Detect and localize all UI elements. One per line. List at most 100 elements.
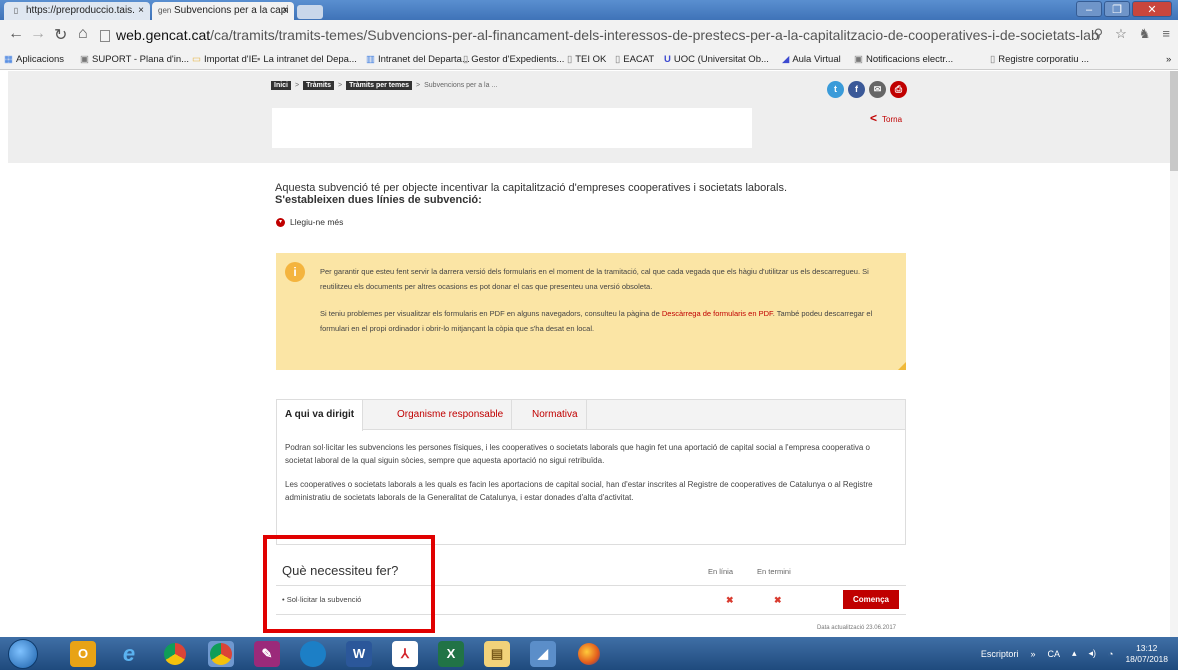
pdf-download-link[interactable]: Descàrrega de formularis en PDF [662, 309, 773, 318]
notice-corner [898, 362, 906, 370]
bookmark-notificacions[interactable]: ▣ Notificacions electr... [854, 50, 953, 69]
breadcrumb-tramits[interactable]: Tràmits [303, 81, 335, 90]
breadcrumb-separator: > [416, 82, 421, 89]
aula-icon: ◢ [782, 54, 790, 65]
internet-explorer-icon[interactable]: e [116, 641, 142, 667]
desktop-toolbar-label[interactable]: Escriptori [981, 649, 1019, 659]
back-link[interactable]: < Torna [870, 111, 902, 125]
close-tab-icon[interactable]: × [282, 2, 288, 20]
breadcrumb-separator: > [295, 82, 300, 89]
word-icon[interactable]: W [346, 641, 372, 667]
intranet-icon: ▥ [366, 54, 375, 65]
notes-icon[interactable]: ◢ [530, 641, 556, 667]
last-updated: Data actualització 23.06.2017 [816, 625, 896, 631]
close-window-button[interactable]: ✕ [1132, 1, 1172, 17]
tab-content: Podran sol·licitar les subvencions les p… [285, 442, 897, 504]
bookmark-apps[interactable]: ▦ Aplicacions [4, 50, 64, 69]
scrollbar-thumb[interactable] [1170, 71, 1178, 171]
zoom-icon[interactable]: ⚲ [1094, 26, 1104, 42]
back-arrow-icon[interactable]: ← [8, 25, 24, 43]
bookmark-aula[interactable]: ◢ Aula Virtual [782, 50, 841, 69]
skype-icon[interactable] [300, 641, 326, 667]
acrobat-icon[interactable]: ⅄ [392, 641, 418, 667]
page-icon: ▯ [615, 54, 621, 65]
address-toolbar: ← → ↻ ⌂ web.gencat.cat/ca/tramits/tramit… [0, 20, 1178, 50]
chrome-active-icon[interactable] [208, 641, 234, 667]
twitter-icon[interactable]: t [827, 81, 844, 98]
breadcrumb-tramits-temes[interactable]: Tràmits per temes [346, 81, 413, 90]
window-controls: – ❐ ✕ [1076, 1, 1172, 17]
toolbar-overflow-icon[interactable]: » [1030, 649, 1035, 659]
volume-icon[interactable]: ◂) [1089, 648, 1097, 659]
gencat-icon: ▣ [80, 54, 89, 65]
web-page: Inici > Tràmits > Tràmits per temes > Su… [0, 71, 1178, 637]
clock[interactable]: 13:12 18/07/2018 [1125, 643, 1168, 665]
facebook-icon[interactable]: f [848, 81, 865, 98]
bookmark-suport[interactable]: ▣ SUPORT - Plana d'in... [80, 50, 189, 69]
page-icon: ▯ [13, 6, 19, 15]
browser-tab-preproduccio[interactable]: ▯ https://preproduccio.tais. × [4, 2, 150, 20]
print-icon[interactable]: ⎙ [890, 81, 907, 98]
intranet-icon: ▪ [257, 54, 261, 65]
tab-bar: A qui va dirigit Organisme responsable N… [277, 400, 905, 431]
browser-tab-subvencions[interactable]: gen Subvencions per a la capi × [152, 2, 294, 20]
bookmark-uoc[interactable]: U UOC (Universitat Ob... [664, 50, 769, 69]
intro-text: Aquesta subvenció té per objecte incenti… [275, 182, 895, 206]
tab-a-qui-va-dirigit[interactable]: A qui va dirigit [277, 400, 364, 431]
paint-icon[interactable]: ✎ [254, 641, 280, 667]
excel-icon[interactable]: X [438, 641, 464, 667]
tray-up-arrow-icon[interactable]: ▴ [1072, 648, 1077, 659]
read-more-link[interactable]: ▾ Llegiu-ne més [276, 217, 343, 227]
browser-tab-label: Subvencions per a la capi [174, 5, 289, 16]
url-host: web.gencat.cat [116, 27, 211, 43]
minimize-button[interactable]: – [1076, 1, 1102, 17]
intro-line-1: Aquesta subvenció té per objecte incenti… [275, 182, 788, 194]
bookmark-intranet-depa[interactable]: ▪ La intranet del Depa... [257, 50, 357, 69]
tab-organisme-responsable[interactable]: Organisme responsable [389, 400, 513, 430]
bookmark-intranet-departa[interactable]: ▥ Intranet del Departa... [366, 50, 470, 69]
start-button[interactable] [8, 639, 38, 669]
tab-normativa[interactable]: Normativa [524, 400, 587, 430]
language-indicator[interactable]: CA [1047, 649, 1060, 659]
network-icon[interactable]: ◔ [1108, 649, 1113, 659]
evernote-icon[interactable]: ♞ [1139, 26, 1151, 42]
intro-line-2: S'estableixen dues línies de subvenció: [275, 194, 482, 206]
page-icon: ▯ [567, 54, 573, 65]
clock-time: 13:12 [1136, 642, 1158, 653]
menu-icon[interactable]: ≡ [1162, 26, 1170, 42]
url-field[interactable]: web.gencat.cat/ca/tramits/tramits-temes/… [100, 24, 1100, 46]
breadcrumb-inici[interactable]: Inici [271, 81, 292, 90]
gencat-icon: ▣ [854, 54, 863, 65]
not-online-icon: ✖ [726, 595, 734, 605]
bookmark-registre[interactable]: ▯ Registre corporatiu ... [990, 50, 1089, 69]
outlook-icon[interactable]: O [70, 641, 96, 667]
email-icon[interactable]: ✉ [869, 81, 886, 98]
system-tray: Escriptori » CA ▴ ◂) ◔ 13:12 18/07/2018 [981, 637, 1178, 670]
bookmark-importat[interactable]: ▭ Importat d'IE [192, 50, 258, 69]
home-icon[interactable]: ⌂ [78, 25, 88, 43]
new-tab-button[interactable] [297, 5, 323, 19]
breadcrumb-separator: > [338, 82, 343, 89]
browser-tab-label: https://preproduccio.tais. [26, 5, 135, 16]
maximize-button[interactable]: ❐ [1104, 1, 1130, 17]
start-button[interactable]: Comença [843, 590, 899, 609]
bookmarks-overflow-icon[interactable]: » [1166, 50, 1171, 69]
header-white-box [272, 108, 752, 148]
star-icon[interactable]: ☆ [1115, 26, 1127, 42]
info-tabs: A qui va dirigit Organisme responsable N… [276, 399, 906, 545]
reload-icon[interactable]: ↻ [54, 25, 67, 45]
page-info-icon[interactable] [100, 30, 110, 42]
highlight-box [263, 535, 435, 633]
firefox-icon[interactable] [576, 641, 602, 667]
bookmark-eacat[interactable]: ▯ EACAT [615, 50, 654, 69]
forms-notice: i Per garantir que esteu fent servir la … [276, 253, 906, 370]
scrollbar[interactable] [1170, 71, 1178, 637]
tab-paragraph-1: Podran sol·licitar les subvencions les p… [285, 443, 870, 465]
chrome-icon[interactable] [162, 641, 188, 667]
file-explorer-icon[interactable]: ▤ [484, 641, 510, 667]
bookmark-tei[interactable]: ▯ TEI OK [567, 50, 606, 69]
notice-paragraph-1: Per garantir que esteu fent servir la da… [320, 267, 869, 291]
bookmark-gestor[interactable]: ▯ Gestor d'Expedients... [463, 50, 564, 69]
forward-arrow-icon[interactable]: → [30, 25, 46, 43]
close-tab-icon[interactable]: × [138, 2, 144, 20]
